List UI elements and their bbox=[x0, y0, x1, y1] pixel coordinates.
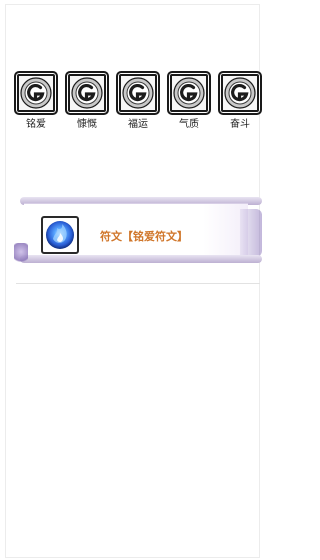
swirl-icon bbox=[116, 71, 160, 115]
trait-label: 奋斗 bbox=[230, 119, 250, 130]
section-divider bbox=[16, 283, 260, 284]
trait-label: 铭爱 bbox=[26, 119, 46, 130]
rune-title: 符文【铭爱符文】 bbox=[100, 230, 188, 243]
blue-flame-orb-icon[interactable] bbox=[41, 216, 79, 254]
trait-label: 气质 bbox=[179, 119, 199, 130]
trait-slot[interactable]: 气质 bbox=[167, 71, 211, 135]
rune-scroll[interactable]: 符文【铭爱符文】 bbox=[14, 197, 262, 277]
trait-slot[interactable]: 奋斗 bbox=[218, 71, 262, 135]
swirl-icon bbox=[65, 71, 109, 115]
trait-panel: 铭爱 慷慨 福运 气质 奋斗 符文【铭爱符文】 bbox=[5, 4, 262, 558]
trait-row: 铭爱 慷慨 福运 气质 奋斗 bbox=[14, 71, 264, 135]
scroll-ornament-icon bbox=[14, 243, 28, 265]
swirl-icon bbox=[218, 71, 262, 115]
trait-slot[interactable]: 福运 bbox=[116, 71, 160, 135]
trait-slot[interactable]: 铭爱 bbox=[14, 71, 58, 135]
swirl-icon bbox=[167, 71, 211, 115]
trait-slot[interactable]: 慷慨 bbox=[65, 71, 109, 135]
trait-label: 福运 bbox=[128, 119, 148, 130]
trait-label: 慷慨 bbox=[77, 119, 97, 130]
swirl-icon bbox=[14, 71, 58, 115]
scroll-tail-decoration bbox=[240, 209, 262, 257]
scroll-bottom-rail bbox=[20, 255, 262, 263]
